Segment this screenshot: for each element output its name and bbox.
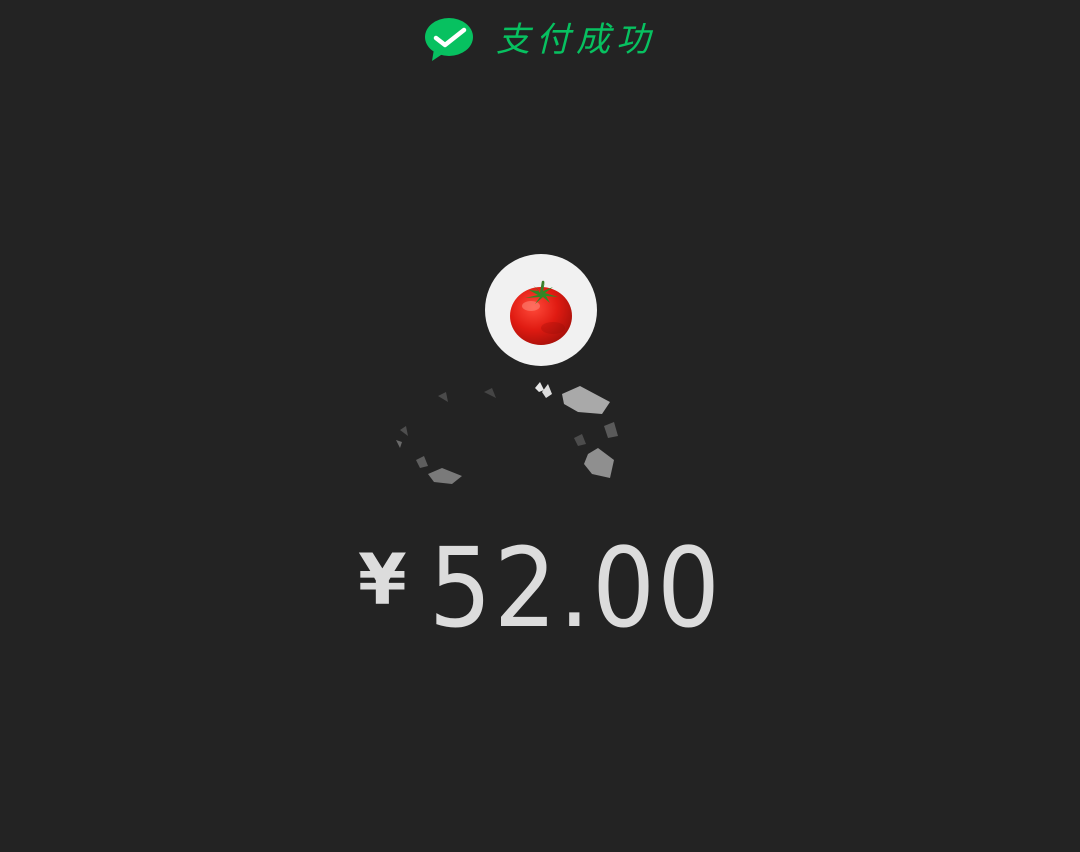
payment-status-header: 支付成功 xyxy=(0,14,1080,66)
tomato-icon xyxy=(510,280,572,345)
amount-value: 52.00 xyxy=(428,524,722,652)
payment-success-screen: 支付成功 ¥ 52.00 xyxy=(0,0,1080,852)
wechat-pay-icon xyxy=(425,18,473,61)
payment-status-title: 支付成功 xyxy=(496,20,656,60)
payment-amount: ¥ 52.00 xyxy=(0,524,1080,652)
currency-symbol: ¥ xyxy=(358,539,407,621)
merchant-avatar xyxy=(485,254,597,366)
merchant-name-obscured xyxy=(396,382,618,484)
